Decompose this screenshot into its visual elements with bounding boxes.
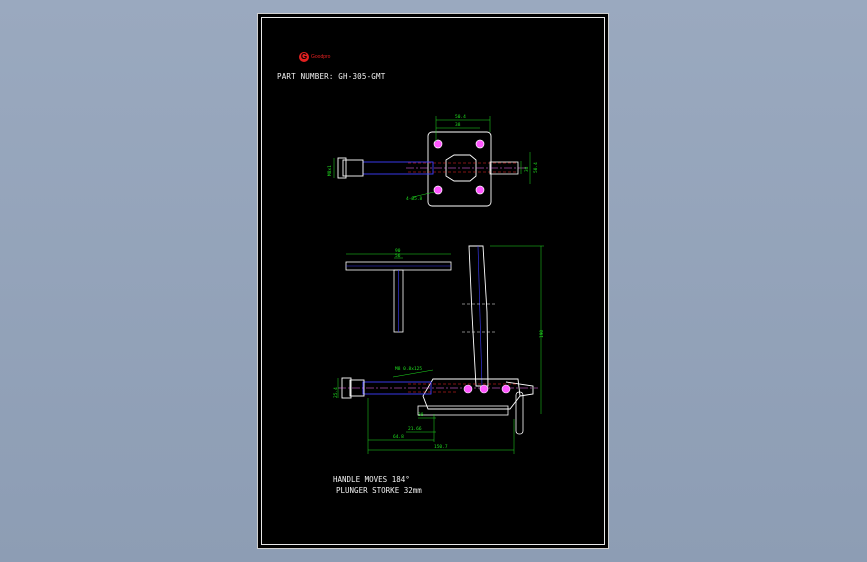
- plunger-tip: [337, 157, 347, 179]
- dim-d3: 64.8: [393, 434, 404, 440]
- right-lever: [515, 391, 524, 435]
- clamp-body: [422, 378, 521, 410]
- dim-left-height: 25.4: [333, 387, 339, 398]
- pivot: [463, 384, 473, 394]
- hidden-line: [408, 162, 518, 173]
- mount-hole: [433, 139, 443, 149]
- dim-right-a: 38: [524, 166, 530, 172]
- mount-hole: [475, 185, 485, 195]
- dim-handle-inner: 56: [395, 253, 401, 259]
- dim-d1: 21.66: [408, 426, 422, 432]
- drawing-sheet: G Goodpro PART NUMBER: GH-305-GMT 50.4 3…: [257, 13, 609, 549]
- note-plunger-stroke: PLUNGER STORKE 32mm: [336, 486, 422, 495]
- cad-drawing: 50.4 38 M8x1 4-Ø5.8 38 50.4 90 56 190 M8…: [327, 114, 545, 454]
- dim-thread: M8 0.8x125: [395, 366, 422, 372]
- dim-height-total: 190: [539, 330, 545, 338]
- dim-top-inner: 38: [455, 122, 461, 128]
- base-rail: [417, 405, 509, 416]
- top-view: [333, 116, 531, 207]
- dim-top-outer: 50.4: [455, 114, 466, 120]
- pivot: [501, 384, 511, 394]
- dim-right-b: 50.4: [533, 162, 539, 173]
- side-view: [337, 245, 544, 454]
- dim-left-dia: M8x1: [327, 165, 333, 176]
- dim-hole-spec: 4-Ø5.8: [406, 195, 423, 202]
- pivot: [479, 384, 489, 394]
- dim-d2: 38: [418, 412, 424, 418]
- handle-detail: [345, 253, 452, 333]
- mount-hole: [475, 139, 485, 149]
- side-dimensions: [337, 245, 544, 454]
- note-handle-moves: HANDLE MOVES 184°: [333, 475, 410, 484]
- top-dimensions: [333, 116, 531, 198]
- mount-hole: [433, 185, 443, 195]
- dim-d4: 150.7: [434, 444, 448, 450]
